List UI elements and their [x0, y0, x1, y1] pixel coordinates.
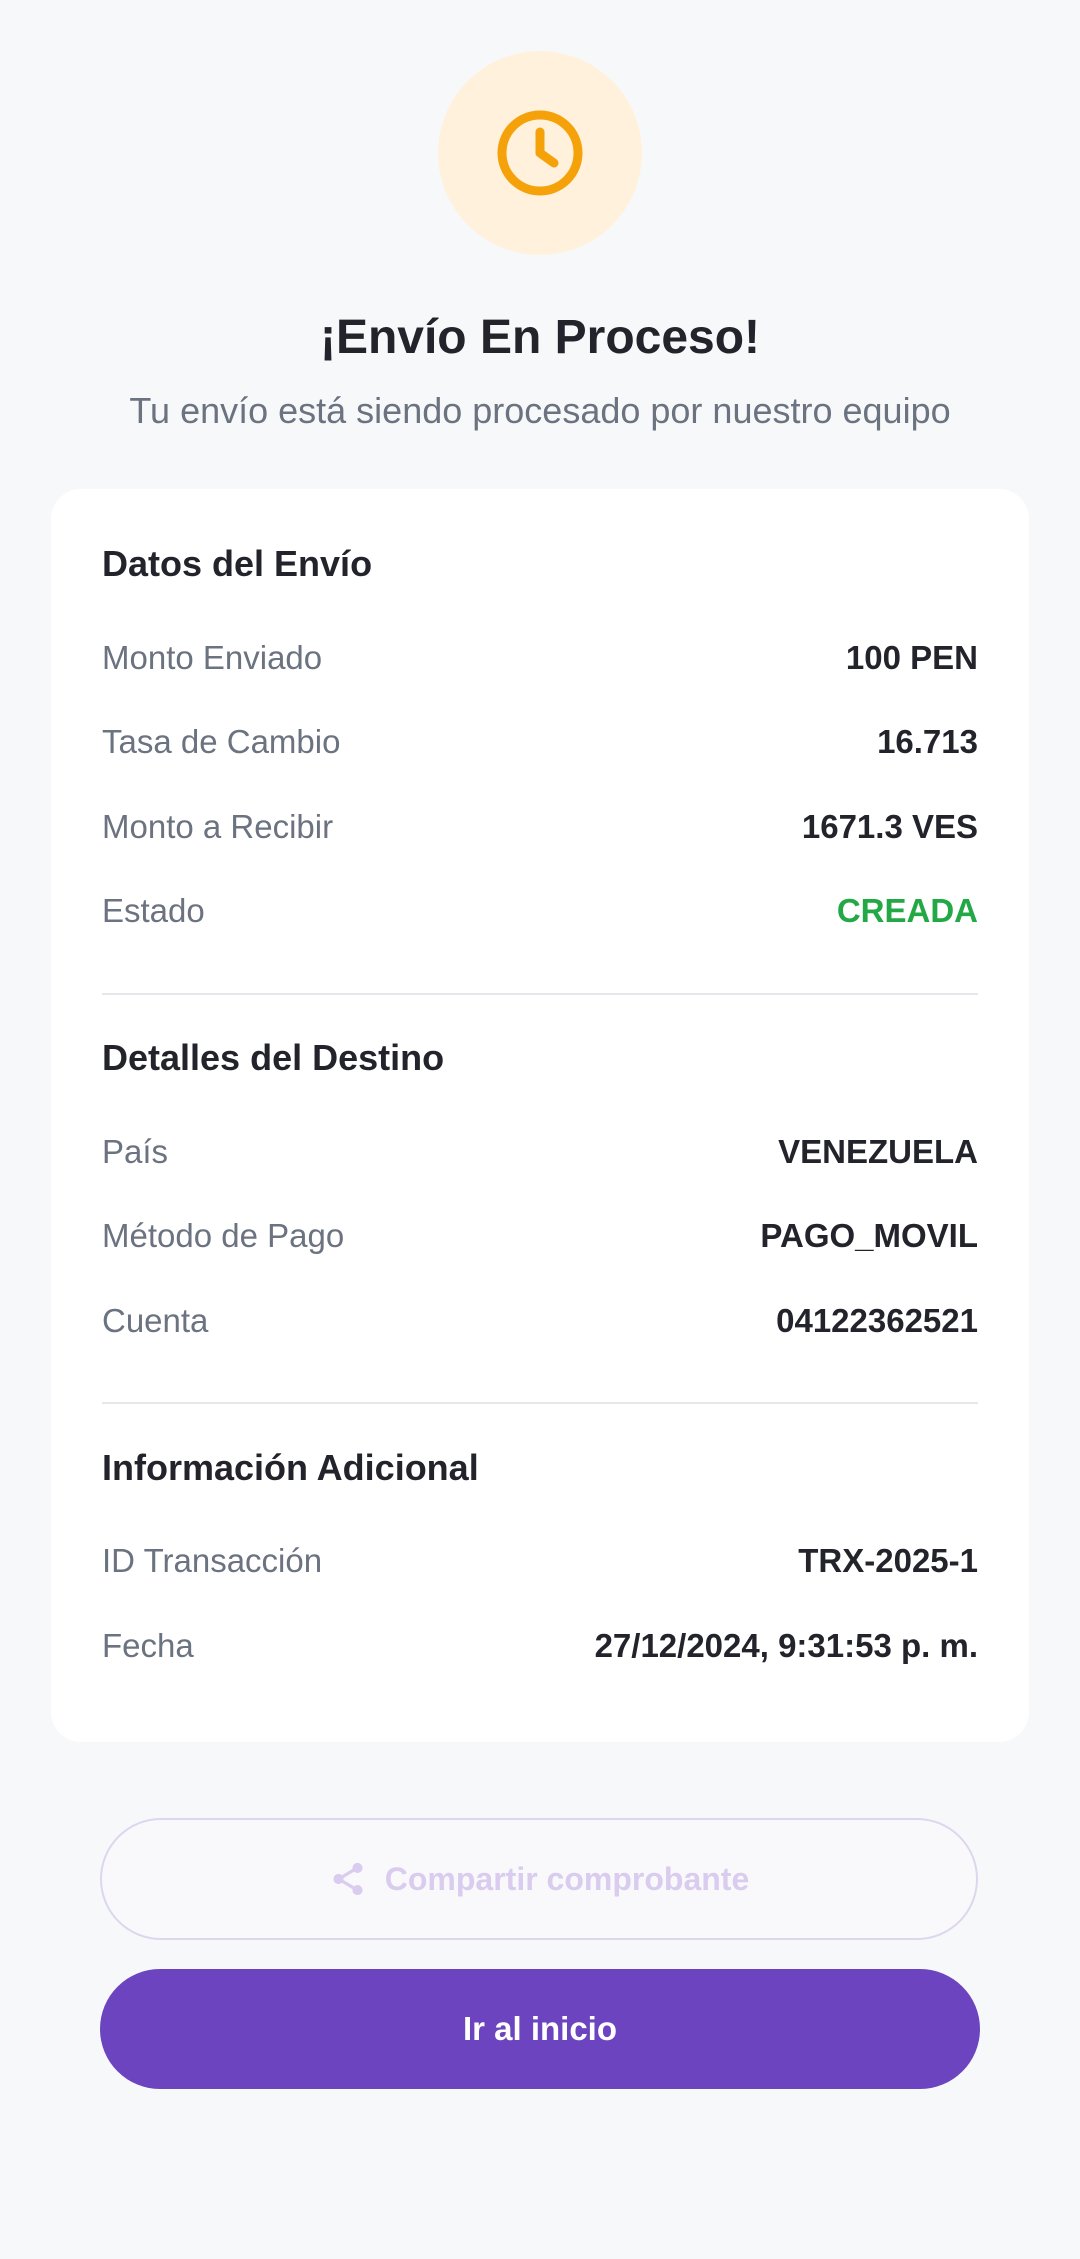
section-title-shipment: Datos del Envío — [102, 543, 373, 584]
row-value-payment-method: PAGO_MOVIL — [760, 1217, 978, 1254]
page-subtitle: Tu envío está siendo procesado por nuest… — [129, 390, 951, 431]
share-button-label: Compartir comprobante — [384, 1860, 750, 1897]
status-clock-badge — [438, 51, 642, 255]
row-value-date: 27/12/2024, 9:31:53 p. m. — [594, 1627, 978, 1664]
clock-icon — [497, 110, 583, 196]
section-title-destination: Detalles del Destino — [102, 1037, 445, 1078]
status-badge: CREADA — [836, 892, 978, 929]
row-value-amount-sent: 100 PEN — [845, 639, 978, 676]
row-value-amount-received: 1671.3 VES — [801, 808, 978, 845]
divider — [102, 993, 978, 995]
row-label-date: Fecha — [102, 1627, 194, 1664]
row-label-payment-method: Método de Pago — [102, 1217, 345, 1254]
go-home-button[interactable]: Ir al inicio — [100, 1969, 980, 2089]
transaction-details-card: Datos del Envío Monto Enviado 100 PEN Ta… — [51, 489, 1029, 1742]
row-label-amount-sent: Monto Enviado — [102, 639, 323, 676]
home-button-label: Ir al inicio — [462, 2010, 618, 2047]
row-value-exchange-rate: 16.713 — [877, 723, 978, 760]
section-title-additional: Información Adicional — [102, 1447, 479, 1488]
row-value-country: VENEZUELA — [778, 1133, 978, 1170]
divider — [102, 1402, 978, 1404]
row-value-transaction-id: TRX-2025-1 — [798, 1542, 978, 1579]
row-value-account: 04122362521 — [776, 1302, 978, 1339]
row-label-country: País — [102, 1133, 169, 1170]
row-label-exchange-rate: Tasa de Cambio — [102, 723, 341, 760]
share-receipt-button[interactable]: Compartir comprobante — [100, 1818, 978, 1940]
row-label-transaction-id: ID Transacción — [102, 1542, 323, 1579]
share-icon — [333, 1862, 363, 1896]
page-title: ¡Envío En Proceso! — [319, 311, 761, 364]
row-label-status: Estado — [102, 892, 205, 929]
row-label-amount-received: Monto a Recibir — [102, 808, 334, 845]
row-label-account: Cuenta — [102, 1302, 209, 1339]
